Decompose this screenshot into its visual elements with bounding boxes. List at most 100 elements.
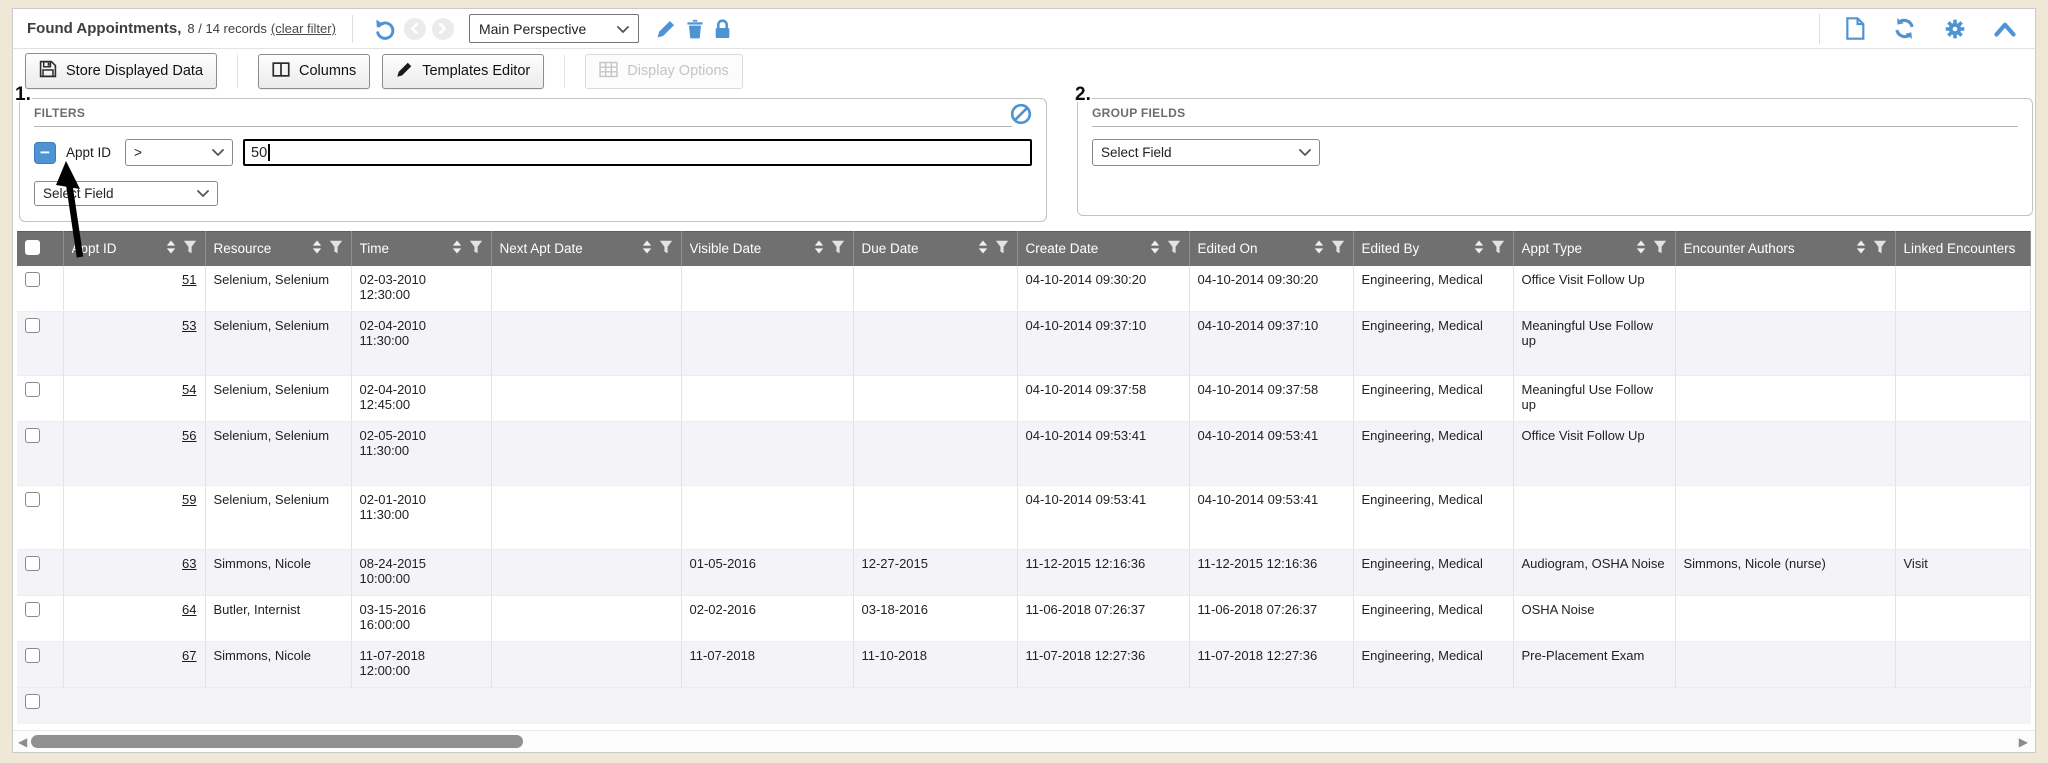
clear-filters-icon[interactable] [1010, 103, 1032, 130]
settings-gear-icon[interactable] [1944, 18, 1966, 40]
sort-icon[interactable] [978, 240, 988, 257]
group-fields-label: GROUP FIELDS [1092, 106, 1185, 120]
table-cell: Engineering, Medical [1353, 376, 1513, 422]
row-select-cell [17, 486, 63, 550]
undo-icon[interactable] [374, 18, 396, 40]
row-checkbox[interactable] [25, 556, 40, 571]
edit-perspective-icon[interactable] [656, 19, 676, 39]
select-all-checkbox[interactable] [25, 240, 40, 255]
filter-funnel-icon[interactable] [1873, 240, 1887, 257]
sort-icon[interactable] [1636, 240, 1646, 257]
filter-funnel-icon[interactable] [831, 240, 845, 257]
filter-funnel-icon[interactable] [995, 240, 1009, 257]
row-checkbox[interactable] [25, 428, 40, 443]
appt-id-link[interactable]: 56 [182, 428, 196, 443]
filter-funnel-icon[interactable] [1167, 240, 1181, 257]
templates-editor-button[interactable]: Templates Editor [382, 54, 544, 89]
column-header-due-date[interactable]: Due Date [853, 232, 1017, 266]
delete-perspective-icon[interactable] [686, 19, 704, 39]
sort-icon[interactable] [1150, 240, 1160, 257]
filter-funnel-icon[interactable] [329, 240, 343, 257]
appt-id-link[interactable]: 63 [182, 556, 196, 571]
table-cell [1675, 376, 1895, 422]
horizontal-scrollbar[interactable]: ◀ ▶ [13, 730, 2035, 752]
sort-icon[interactable] [1474, 240, 1484, 257]
column-header-encounter-authors[interactable]: Encounter Authors [1675, 232, 1895, 266]
table-cell: Meaningful Use Follow up [1513, 312, 1675, 376]
row-checkbox[interactable] [25, 602, 40, 617]
refresh-icon[interactable] [1893, 17, 1916, 40]
collapse-chevron-icon[interactable] [1994, 21, 2016, 37]
appt-id-link[interactable]: 53 [182, 318, 196, 333]
row-checkbox[interactable] [25, 382, 40, 397]
sort-icon[interactable] [1856, 240, 1866, 257]
row-checkbox[interactable] [25, 272, 40, 287]
columns-button[interactable]: Columns [258, 54, 370, 89]
appt-id-link[interactable]: 59 [182, 492, 196, 507]
chevron-down-icon [212, 145, 224, 160]
clear-filter-link[interactable]: (clear filter) [271, 21, 336, 36]
table-cell: Visit [1895, 550, 2031, 596]
column-header-next-apt-date[interactable]: Next Apt Date [491, 232, 681, 266]
row-checkbox[interactable] [25, 492, 40, 507]
store-displayed-data-button[interactable]: Store Displayed Data [25, 53, 217, 89]
perspective-select[interactable]: Main Perspective [469, 14, 639, 43]
column-header-appt-type[interactable]: Appt Type [1513, 232, 1675, 266]
select-all-header[interactable] [17, 232, 63, 266]
appt-id-link[interactable]: 51 [182, 272, 196, 287]
table-cell: Audiogram, OSHA Noise [1513, 550, 1675, 596]
appt-id-link[interactable]: 67 [182, 648, 196, 663]
add-filter-field-select[interactable]: Select Field [34, 181, 218, 206]
row-checkbox[interactable] [25, 648, 40, 663]
appt-id-link[interactable]: 54 [182, 382, 196, 397]
column-header-edited-on[interactable]: Edited On [1189, 232, 1353, 266]
filter-funnel-icon[interactable] [469, 240, 483, 257]
filter-operator-value: > [134, 145, 142, 160]
table-cell: 02-03-201012:30:00 [351, 266, 491, 312]
new-document-icon[interactable] [1845, 17, 1865, 40]
column-header-label: Edited By [1362, 241, 1468, 256]
sort-icon[interactable] [166, 240, 176, 257]
sort-icon[interactable] [452, 240, 462, 257]
chevron-down-icon [1299, 145, 1311, 160]
sort-icon[interactable] [1314, 240, 1324, 257]
table-cell: Meaningful Use Follow up [1513, 376, 1675, 422]
sort-icon[interactable] [312, 240, 322, 257]
scrollbar-thumb[interactable] [31, 735, 523, 748]
column-header-label: Create Date [1026, 241, 1144, 256]
group-field-select[interactable]: Select Field [1092, 139, 1320, 166]
divider [34, 126, 1012, 127]
row-checkbox[interactable] [25, 694, 40, 709]
column-header-visible-date[interactable]: Visible Date [681, 232, 853, 266]
row-select-cell [17, 266, 63, 312]
scroll-right-icon[interactable]: ▶ [2019, 734, 2028, 750]
filter-funnel-icon[interactable] [1491, 240, 1505, 257]
column-header-time[interactable]: Time [351, 232, 491, 266]
filter-funnel-icon[interactable] [183, 240, 197, 257]
row-checkbox[interactable] [25, 318, 40, 333]
row-select-cell [17, 596, 63, 642]
sort-icon[interactable] [814, 240, 824, 257]
row-select-cell [17, 688, 63, 724]
record-count: 8 / 14 records [187, 21, 267, 36]
filter-operator-select[interactable]: > [125, 139, 233, 166]
column-header-resource[interactable]: Resource [205, 232, 351, 266]
filter-funnel-icon[interactable] [1653, 240, 1667, 257]
table-cell [1675, 312, 1895, 376]
filter-value-input[interactable]: 50 [243, 139, 1032, 166]
remove-filter-button[interactable]: − [34, 142, 56, 164]
column-header-edited-by[interactable]: Edited By [1353, 232, 1513, 266]
display-options-button: Display Options [585, 54, 743, 89]
column-header-create-date[interactable]: Create Date [1017, 232, 1189, 266]
lock-perspective-icon[interactable] [714, 19, 731, 39]
scroll-left-icon[interactable]: ◀ [18, 734, 27, 750]
sort-icon[interactable] [642, 240, 652, 257]
divider [564, 54, 565, 88]
column-header-label: Linked Encounters [1904, 241, 2023, 256]
filter-funnel-icon[interactable] [659, 240, 673, 257]
table-cell: Selenium, Selenium [205, 486, 351, 550]
filter-funnel-icon[interactable] [1331, 240, 1345, 257]
column-header-appt-id[interactable]: Appt ID [63, 232, 205, 266]
appt-id-link[interactable]: 64 [182, 602, 196, 617]
table-cell: 04-10-2014 09:37:58 [1017, 376, 1189, 422]
